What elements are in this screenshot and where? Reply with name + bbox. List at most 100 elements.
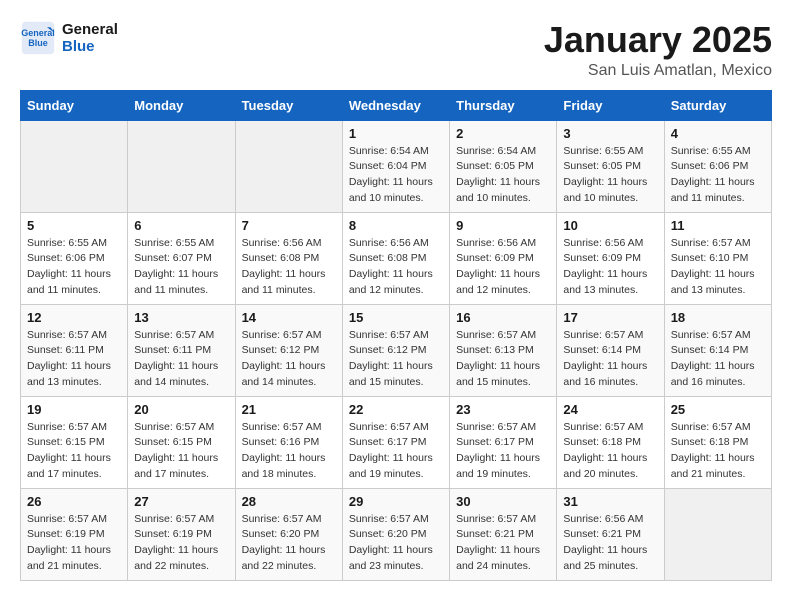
- day-info: Sunrise: 6:57 AMSunset: 6:17 PMDaylight:…: [456, 420, 550, 483]
- calendar-cell: 27 Sunrise: 6:57 AMSunset: 6:19 PMDayligh…: [128, 488, 235, 580]
- calendar-week-4: 19Sunrise: 6:57 AMSunset: 6:15 PMDayligh…: [21, 396, 772, 488]
- calendar-cell: 13Sunrise: 6:57 AMSunset: 6:11 PMDayligh…: [128, 304, 235, 396]
- day-info: Sunrise: 6:56 AMSunset: 6:09 PMDaylight:…: [563, 236, 657, 299]
- day-info: Sunrise: 6:55 AMSunset: 6:07 PMDaylight:…: [134, 236, 228, 299]
- day-info-line: Sunset: 6:20 PM: [349, 528, 427, 540]
- header-friday: Friday: [557, 90, 664, 120]
- day-number: 11: [671, 218, 765, 233]
- day-info-line: Daylight: 11 hours and 16 minutes.: [671, 360, 755, 388]
- day-info-line: Sunrise: 6:55 AM: [563, 145, 643, 157]
- calendar-cell: 9Sunrise: 6:56 AMSunset: 6:09 PMDaylight…: [450, 212, 557, 304]
- day-info-line: Sunrise: 6:57 AM: [27, 421, 107, 433]
- day-info-line: Sunrise: 6:57 AM: [242, 513, 322, 525]
- day-info-line: Sunrise: 6:56 AM: [349, 237, 429, 249]
- day-info-line: Sunrise: 6:57 AM: [671, 329, 751, 341]
- day-number: 1: [349, 126, 443, 141]
- logo-text: General Blue: [62, 21, 118, 55]
- day-number: 17: [563, 310, 657, 325]
- calendar-cell: 23Sunrise: 6:57 AMSunset: 6:17 PMDayligh…: [450, 396, 557, 488]
- day-number: 18: [671, 310, 765, 325]
- day-info: Sunrise: 6:57 AMSunset: 6:10 PMDaylight:…: [671, 236, 765, 299]
- calendar-week-3: 12Sunrise: 6:57 AMSunset: 6:11 PMDayligh…: [21, 304, 772, 396]
- day-info-line: Sunset: 6:11 PM: [27, 344, 104, 356]
- day-info-line: Daylight: 11 hours and 15 minutes.: [456, 360, 540, 388]
- calendar-cell: 31Sunrise: 6:56 AMSunset: 6:21 PMDayligh…: [557, 488, 664, 580]
- day-info-line: Daylight: 11 hours and 12 minutes.: [456, 268, 540, 296]
- calendar-cell: 2Sunrise: 6:54 AMSunset: 6:05 PMDaylight…: [450, 120, 557, 212]
- calendar-cell: 14Sunrise: 6:57 AMSunset: 6:12 PMDayligh…: [235, 304, 342, 396]
- day-info-line: Daylight: 11 hours and 19 minutes.: [456, 452, 540, 480]
- svg-text:General: General: [21, 28, 55, 38]
- calendar-cell: 15Sunrise: 6:57 AMSunset: 6:12 PMDayligh…: [342, 304, 449, 396]
- day-info-line: Sunset: 6:12 PM: [242, 344, 320, 356]
- calendar-cell: 11 Sunrise: 6:57 AMSunset: 6:10 PMDayligh…: [664, 212, 771, 304]
- day-info-line: Daylight: 11 hours and 10 minutes.: [349, 176, 433, 204]
- day-number: 13: [134, 310, 228, 325]
- day-number: 3: [563, 126, 657, 141]
- day-info: Sunrise: 6:57 AMSunset: 6:18 PMDaylight:…: [563, 420, 657, 483]
- header-tuesday: Tuesday: [235, 90, 342, 120]
- day-info-line: Sunset: 6:10 PM: [671, 252, 749, 264]
- day-info-line: Daylight: 11 hours and 15 minutes.: [349, 360, 433, 388]
- day-info-line: Sunset: 6:16 PM: [242, 436, 320, 448]
- day-info: Sunrise: 6:57 AMSunset: 6:15 PMDaylight:…: [134, 420, 228, 483]
- day-info-line: Sunrise: 6:57 AM: [27, 513, 107, 525]
- header-monday: Monday: [128, 90, 235, 120]
- calendar-cell: 16Sunrise: 6:57 AMSunset: 6:13 PMDayligh…: [450, 304, 557, 396]
- day-info-line: Sunset: 6:19 PM: [27, 528, 105, 540]
- day-info-line: Sunset: 6:08 PM: [349, 252, 427, 264]
- day-info-line: Sunset: 6:18 PM: [671, 436, 749, 448]
- day-info: Sunrise: 6:56 AMSunset: 6:08 PMDaylight:…: [349, 236, 443, 299]
- day-info-line: Sunrise: 6:57 AM: [242, 329, 322, 341]
- day-number: 22: [349, 402, 443, 417]
- calendar-cell: 18 Sunrise: 6:57 AMSunset: 6:14 PMDayligh…: [664, 304, 771, 396]
- day-info: Sunrise: 6:57 AMSunset: 6:19 PMDaylight:…: [134, 512, 228, 575]
- calendar-cell: 28Sunrise: 6:57 AMSunset: 6:20 PMDayligh…: [235, 488, 342, 580]
- day-info-line: Sunset: 6:05 PM: [456, 160, 534, 172]
- day-number: 4: [671, 126, 765, 141]
- day-info-line: Sunset: 6:09 PM: [563, 252, 641, 264]
- calendar-header-row: SundayMondayTuesdayWednesdayThursdayFrid…: [21, 90, 772, 120]
- calendar-cell: 20Sunrise: 6:57 AMSunset: 6:15 PMDayligh…: [128, 396, 235, 488]
- day-info: Sunrise: 6:57 AMSunset: 6:20 PMDaylight:…: [349, 512, 443, 575]
- day-info: Sunrise: 6:54 AMSunset: 6:04 PMDaylight:…: [349, 144, 443, 207]
- day-info-line: Daylight: 11 hours and 11 minutes.: [242, 268, 326, 296]
- calendar-cell: 25Sunrise: 6:57 AMSunset: 6:18 PMDayligh…: [664, 396, 771, 488]
- calendar-cell: 22Sunrise: 6:57 AMSunset: 6:17 PMDayligh…: [342, 396, 449, 488]
- day-info-line: Sunrise: 6:57 AM: [27, 329, 107, 341]
- day-info-line: Sunset: 6:06 PM: [671, 160, 749, 172]
- calendar-cell: 4 Sunrise: 6:55 AMSunset: 6:06 PMDaylight…: [664, 120, 771, 212]
- day-info-line: Daylight: 11 hours and 14 minutes.: [134, 360, 218, 388]
- day-info-line: Sunset: 6:20 PM: [242, 528, 320, 540]
- day-info-line: Sunrise: 6:56 AM: [563, 237, 643, 249]
- day-info-line: Daylight: 11 hours and 17 minutes.: [134, 452, 218, 480]
- day-info: Sunrise: 6:56 AMSunset: 6:08 PMDaylight:…: [242, 236, 336, 299]
- day-info-line: Sunrise: 6:56 AM: [242, 237, 322, 249]
- day-info: Sunrise: 6:57 AMSunset: 6:12 PMDaylight:…: [349, 328, 443, 391]
- day-info-line: Daylight: 11 hours and 21 minutes.: [671, 452, 755, 480]
- day-info-line: Sunset: 6:15 PM: [134, 436, 212, 448]
- day-info-line: Daylight: 11 hours and 22 minutes.: [134, 544, 218, 572]
- day-info-line: Daylight: 11 hours and 25 minutes.: [563, 544, 647, 572]
- day-number: 27: [134, 494, 228, 509]
- day-info: Sunrise: 6:57 AM Sunset: 6:12 PM Daylight:…: [242, 328, 336, 391]
- day-info: Sunrise: 6:57 AMSunset: 6:14 PMDaylight:…: [671, 328, 765, 391]
- day-info-line: Sunrise: 6:54 AM: [456, 145, 536, 157]
- day-info: Sunrise: 6:55 AMSunset: 6:06 PMDaylight:…: [27, 236, 121, 299]
- calendar-cell: 3Sunrise: 6:55 AMSunset: 6:05 PMDaylight…: [557, 120, 664, 212]
- calendar-cell: [128, 120, 235, 212]
- day-info-line: Sunrise: 6:57 AM: [349, 513, 429, 525]
- day-info: Sunrise: 6:55 AMSunset: 6:06 PMDaylight:…: [671, 144, 765, 207]
- day-number: 2: [456, 126, 550, 141]
- day-info-line: Daylight: 11 hours and 14 minutes.: [242, 360, 326, 388]
- title-block: January 2025 San Luis Amatlan, Mexico: [544, 20, 772, 80]
- day-info-line: Sunset: 6:06 PM: [27, 252, 105, 264]
- day-number: 10: [563, 218, 657, 233]
- day-info-line: Sunrise: 6:54 AM: [349, 145, 429, 157]
- day-number: 24: [563, 402, 657, 417]
- day-info-line: Sunset: 6:21 PM: [456, 528, 534, 540]
- day-info-line: Sunset: 6:15 PM: [27, 436, 105, 448]
- day-info-line: Sunset: 6:21 PM: [563, 528, 641, 540]
- calendar-cell: 8Sunrise: 6:56 AMSunset: 6:08 PMDaylight…: [342, 212, 449, 304]
- day-info-line: Sunset: 6:11 PM: [134, 344, 211, 356]
